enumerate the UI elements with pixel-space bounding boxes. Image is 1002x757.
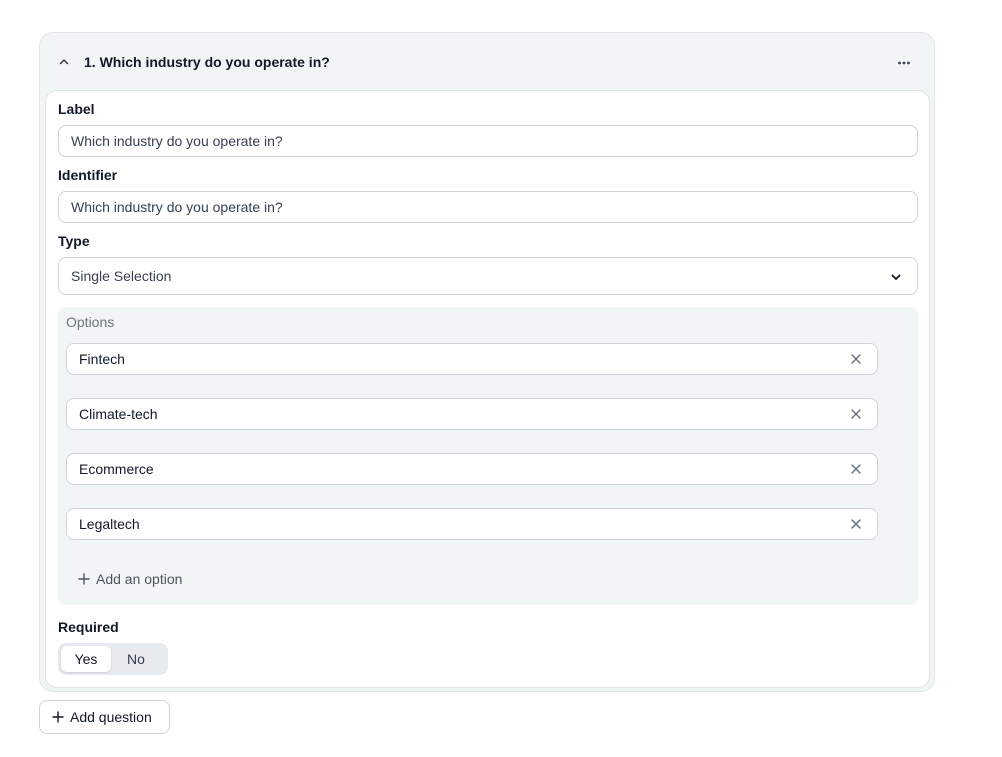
option-item[interactable]: Climate-tech (66, 398, 878, 430)
add-option-button[interactable]: Add an option (78, 571, 182, 587)
add-option-label: Add an option (96, 571, 183, 587)
plus-icon (78, 573, 90, 585)
option-label: Ecommerce (79, 461, 154, 477)
add-question-label: Add question (70, 709, 152, 725)
type-select[interactable]: Single Selection (58, 257, 918, 295)
chevron-up-icon-svg (59, 59, 69, 65)
plus-icon (52, 711, 64, 723)
question-header: 1. Which industry do you operate in? (40, 33, 934, 91)
option-item[interactable]: Ecommerce (66, 453, 878, 485)
close-icon[interactable] (849, 517, 863, 531)
more-horizontal-icon[interactable] (894, 53, 914, 73)
required-toggle: Yes No (58, 643, 168, 675)
close-icon[interactable] (849, 352, 863, 366)
label-input[interactable] (58, 125, 918, 157)
question-title: 1. Which industry do you operate in? (84, 54, 330, 70)
required-field-title: Required (58, 619, 119, 635)
identifier-field-title: Identifier (58, 167, 118, 183)
label-field-title: Label (58, 101, 95, 117)
option-item[interactable]: Fintech (66, 343, 878, 375)
add-question-button[interactable]: Add question (39, 700, 170, 734)
more-horizontal-icon-svg (898, 61, 910, 65)
chevron-up-icon[interactable] (57, 55, 71, 69)
options-panel: Options Fintech Climate-tech Ecommerce L… (58, 307, 918, 605)
close-icon[interactable] (849, 462, 863, 476)
required-yes-option[interactable]: Yes (61, 646, 111, 672)
question-card: 1. Which industry do you operate in? Lab… (39, 32, 935, 692)
identifier-input[interactable] (58, 191, 918, 223)
required-no-option[interactable]: No (111, 646, 161, 672)
type-field-title: Type (58, 233, 90, 249)
option-label: Climate-tech (79, 406, 158, 422)
option-label: Fintech (79, 351, 125, 367)
options-title: Options (66, 314, 115, 330)
type-select-value: Single Selection (71, 268, 172, 284)
close-icon[interactable] (849, 407, 863, 421)
chevron-down-icon (891, 274, 901, 280)
option-label: Legaltech (79, 516, 140, 532)
option-item[interactable]: Legaltech (66, 508, 878, 540)
question-body: Label Identifier Type Single Selection O… (45, 90, 930, 688)
